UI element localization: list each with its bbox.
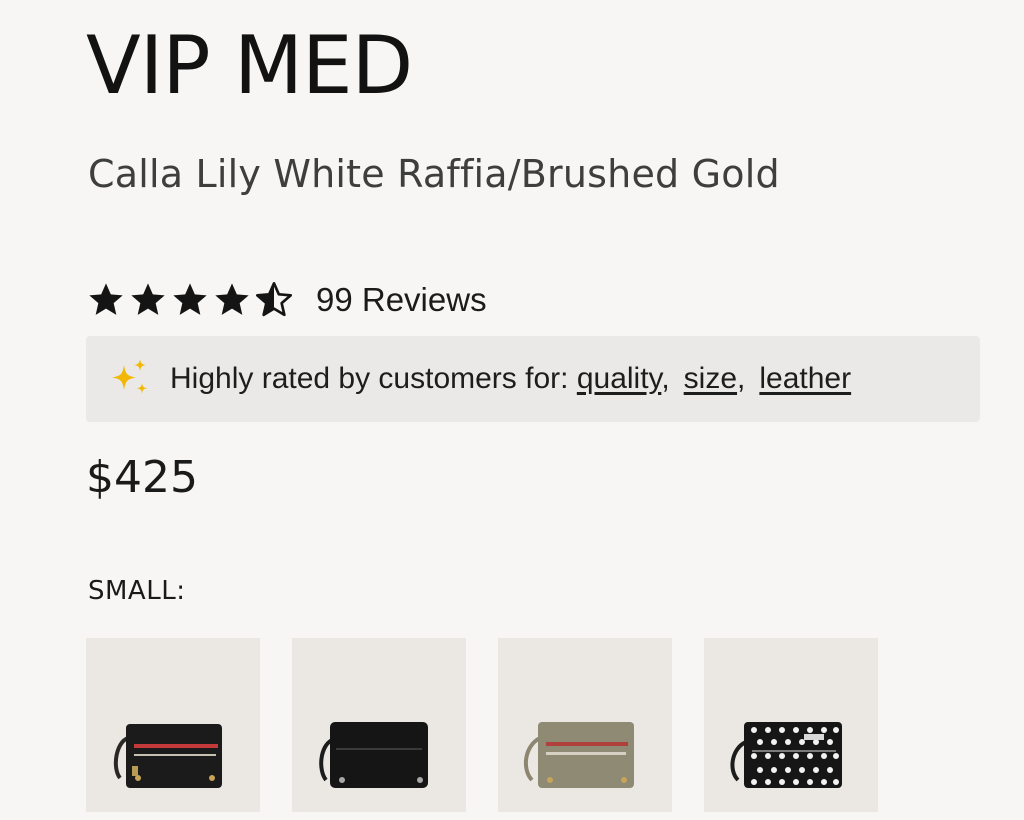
product-title: VIP MED bbox=[86, 19, 413, 112]
swatch-black-polka-dot[interactable] bbox=[704, 638, 878, 812]
review-insights-banner: Highly rated by customers for: quality, s… bbox=[86, 336, 980, 422]
handbag-icon bbox=[704, 638, 878, 812]
star-rating bbox=[86, 280, 294, 320]
product-variant: Calla Lily White Raffia/Brushed Gold bbox=[88, 152, 780, 196]
handbag-icon bbox=[86, 638, 260, 812]
insights-prefix: Highly rated by customers for: bbox=[170, 362, 569, 395]
swatch-black-red-zip[interactable] bbox=[86, 638, 260, 812]
handbag-icon bbox=[498, 638, 672, 812]
rating-row[interactable]: 99 Reviews bbox=[86, 278, 487, 322]
sparkle-icon bbox=[112, 359, 148, 394]
size-label: SMALL: bbox=[88, 576, 186, 606]
swatch-black-solid[interactable] bbox=[292, 638, 466, 812]
insight-tag-size[interactable]: size bbox=[684, 362, 737, 395]
star-full-icon bbox=[131, 283, 165, 315]
color-swatches bbox=[86, 638, 878, 812]
star-full-icon bbox=[89, 283, 123, 315]
star-half-icon bbox=[255, 282, 292, 317]
price: $425 bbox=[86, 452, 198, 503]
insights-text: Highly rated by customers for: quality, s… bbox=[170, 362, 852, 395]
review-count-link[interactable]: 99 Reviews bbox=[316, 281, 487, 319]
swatch-taupe-red-zip[interactable] bbox=[498, 638, 672, 812]
handbag-icon bbox=[292, 638, 466, 812]
insight-tag-leather[interactable]: leather bbox=[759, 362, 851, 395]
insight-tag-quality[interactable]: quality bbox=[577, 362, 662, 395]
star-full-icon bbox=[215, 283, 249, 315]
star-full-icon bbox=[173, 283, 207, 315]
